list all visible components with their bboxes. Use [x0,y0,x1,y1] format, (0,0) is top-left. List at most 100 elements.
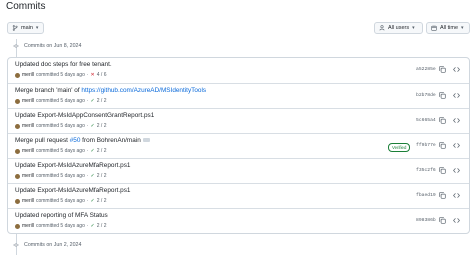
commit-author[interactable]: merill [22,123,34,129]
code-icon[interactable] [453,117,460,124]
avatar[interactable] [15,72,20,78]
copy-icon[interactable] [439,66,446,73]
commit-time: committed 5 days ago [35,98,85,104]
avatar[interactable] [15,223,20,229]
check-icon[interactable]: ✓ [91,173,95,179]
commit-group-date: Commits on Jun 2, 2024 [24,242,82,248]
check-icon[interactable]: ✓ [91,148,95,154]
users-filter-label: All users [388,25,410,31]
commit-icon [13,44,19,48]
commit-time: committed 5 days ago [35,198,85,204]
commit-icon [13,243,19,247]
check-status-count[interactable]: 4 / 6 [97,72,107,78]
x-icon[interactable]: ✕ [91,72,95,78]
copy-icon[interactable] [439,92,446,99]
commits-toolbar: main ▾ All users ▾ All time ▾ [7,22,470,36]
expand-message-button[interactable] [142,138,150,143]
check-status-count[interactable]: 2 / 2 [97,198,107,204]
branch-label: main [21,25,33,31]
commit-sha[interactable]: ff9b77e [416,143,436,148]
commit-group-date: Commits on Jun 8, 2024 [24,43,82,49]
status-separator: · [86,148,89,154]
commit-row[interactable]: Update Export-MsIdAppConsentGrantReport.… [8,108,469,133]
commit-message[interactable]: Merge pull request #50 from BohrenAn/mai… [15,137,150,144]
calendar-icon [431,25,437,31]
check-status-count[interactable]: 2 / 2 [97,123,107,129]
commit-meta: merill committed 5 days ago · ✓ 2 / 2 [15,223,106,229]
branch-selector-button[interactable]: main ▾ [7,22,44,34]
code-icon[interactable] [453,167,460,174]
commit-author[interactable]: merill [22,173,34,179]
check-status-count[interactable]: 2 / 2 [97,98,107,104]
copy-icon[interactable] [439,192,446,199]
code-icon[interactable] [453,142,460,149]
commit-sha[interactable]: b2b78de [416,93,436,98]
commit-meta: merill committed 5 days ago · ✓ 2 / 2 [15,98,106,104]
commit-row[interactable]: Merge branch 'main' of https://github.co… [8,83,469,108]
code-icon[interactable] [453,217,460,224]
code-icon[interactable] [453,92,460,99]
commit-sha[interactable]: fbaed19 [416,193,436,198]
check-status-count[interactable]: 2 / 2 [97,148,107,154]
page-title: Commits [6,1,46,12]
commit-message-text: from BohrenAn/main [80,137,141,144]
copy-icon[interactable] [439,142,446,149]
commit-message[interactable]: Merge branch 'main' of https://github.co… [15,87,206,94]
code-icon[interactable] [453,66,460,73]
copy-icon[interactable] [439,117,446,124]
commit-message[interactable]: Updated reporting of MFA Status [15,212,108,219]
commit-message[interactable]: Update Export-MsIdAppConsentGrantReport.… [15,112,154,119]
copy-icon[interactable] [439,217,446,224]
check-icon[interactable]: ✓ [91,98,95,104]
status-separator: · [86,223,89,229]
commit-group-heading: Commits on Jun 8, 2024 [13,43,81,49]
status-separator: · [86,173,89,179]
commit-meta: merill committed 5 days ago · ✓ 2 / 2 [15,148,106,154]
commit-author[interactable]: merill [22,148,34,154]
commit-sha[interactable]: a52285e [416,67,436,72]
check-status-count[interactable]: 2 / 2 [97,173,107,179]
commit-sha[interactable]: 898386b [416,218,436,223]
commit-time: committed 5 days ago [35,148,85,154]
commit-author[interactable]: merill [22,98,34,104]
check-icon[interactable]: ✓ [91,198,95,204]
commit-author[interactable]: merill [22,72,34,78]
commit-time: committed 5 days ago [35,123,85,129]
commit-sha[interactable]: f35c2f6 [416,168,436,173]
commit-row[interactable]: Updated doc steps for free tenant. meril… [8,58,469,83]
commit-row[interactable]: Update Export-MsIdAzureMfaReport.ps1 mer… [8,158,469,183]
verified-badge[interactable]: Verified [388,143,411,152]
commit-row[interactable]: Updated reporting of MFA Status merill c… [8,208,469,233]
commit-message-text: Merge pull request [15,137,70,144]
status-separator: · [86,198,89,204]
commit-meta: merill committed 5 days ago · ✕ 4 / 6 [15,72,106,78]
pull-request-link[interactable]: #50 [70,137,81,144]
code-icon[interactable] [453,192,460,199]
avatar[interactable] [15,123,20,129]
time-filter-label: All time [440,25,459,31]
commit-author[interactable]: merill [22,223,34,229]
avatar[interactable] [15,173,20,179]
avatar[interactable] [15,148,20,154]
users-filter-button[interactable]: All users ▾ [374,22,423,34]
commit-row[interactable]: Update Export-MsIdAzureMfaReport.ps1 mer… [8,183,469,208]
avatar[interactable] [15,198,20,204]
commit-message-link[interactable]: https://github.com/AzureAD/MSIdentityToo… [81,87,206,94]
commit-sha[interactable]: 5c665a4 [416,118,436,123]
avatar[interactable] [15,98,20,104]
status-separator: · [86,98,89,104]
chevron-down-icon: ▾ [461,25,464,31]
commit-author[interactable]: merill [22,198,34,204]
commit-meta: merill committed 5 days ago · ✓ 2 / 2 [15,123,106,129]
commit-meta: merill committed 5 days ago · ✓ 2 / 2 [15,173,106,179]
commit-message[interactable]: Update Export-MsIdAzureMfaReport.ps1 [15,187,130,194]
check-icon[interactable]: ✓ [91,223,95,229]
check-status-count[interactable]: 2 / 2 [97,223,107,229]
commit-message[interactable]: Update Export-MsIdAzureMfaReport.ps1 [15,162,130,169]
commit-message[interactable]: Updated doc steps for free tenant. [15,61,112,68]
commit-meta: merill committed 5 days ago · ✓ 2 / 2 [15,198,106,204]
commit-row[interactable]: Merge pull request #50 from BohrenAn/mai… [8,133,469,158]
time-filter-button[interactable]: All time ▾ [426,22,470,34]
check-icon[interactable]: ✓ [91,123,95,129]
copy-icon[interactable] [439,167,446,174]
